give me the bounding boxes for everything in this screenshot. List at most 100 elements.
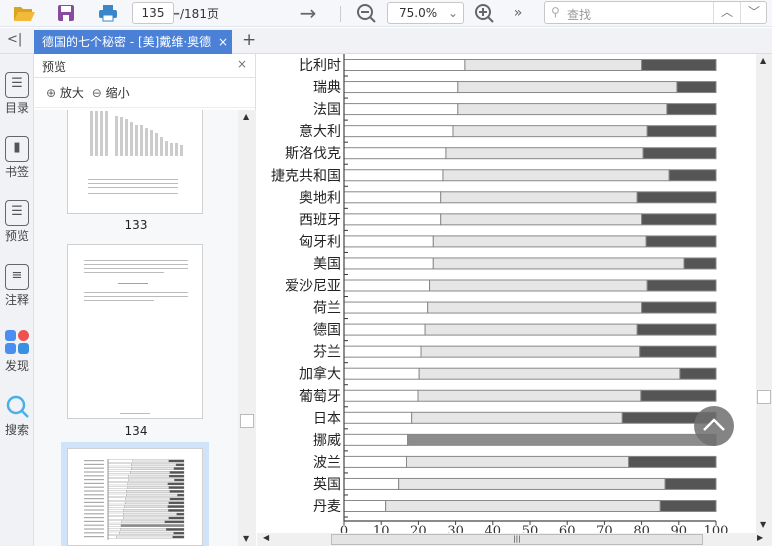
preview-icon: ☰ xyxy=(5,200,29,226)
scrollbar-thumb[interactable] xyxy=(240,414,254,428)
toolbar: ← 135 /181页 → 75.0% ⌄ » ⚲ 查找 ︿ ﹀ xyxy=(0,0,772,27)
page-number-input[interactable]: 135 xyxy=(132,2,174,24)
zoom-select[interactable]: 75.0% ⌄ xyxy=(387,2,464,24)
x-tick-label: 30 xyxy=(447,524,464,533)
zoom-out-icon[interactable] xyxy=(354,2,378,24)
bar-segment xyxy=(167,482,185,486)
thumbnail-page-133[interactable] xyxy=(67,110,203,214)
bar-segment xyxy=(124,505,169,508)
zoom-in-icon[interactable] xyxy=(472,2,496,24)
bar-segment xyxy=(442,169,670,182)
scrollbar-thumb[interactable]: ||| xyxy=(331,534,703,545)
thumbnail-label-line xyxy=(84,520,104,522)
preview-scrollbar[interactable]: ▲ ▼ xyxy=(238,110,256,546)
thumbnail-label-line xyxy=(84,475,104,477)
sidebar-item-bookmark[interactable]: ▮ 书签 xyxy=(0,136,34,180)
bar-segment xyxy=(641,59,717,71)
zoom-out-label: 缩小 xyxy=(105,86,130,100)
scrollbar-thumb[interactable] xyxy=(757,390,771,404)
preview-zoom-in-button[interactable]: ⊕ 放大 xyxy=(46,86,84,100)
sidebar: ☰ 目录 ▮ 书签 ☰ 预览 ≡ 注释 发现 搜索 xyxy=(0,54,34,546)
thumbnail-label-line xyxy=(84,501,104,503)
save-icon[interactable] xyxy=(54,2,78,24)
stacked-bar-chart: 比利时瑞典法国意大利斯洛伐克捷克共和国奥地利西班牙匈牙利美国爱沙尼亚荷兰德国芬兰… xyxy=(271,54,729,533)
tab-close-icon[interactable]: × xyxy=(214,30,232,54)
bar-segment xyxy=(343,257,434,270)
print-icon[interactable] xyxy=(96,2,120,24)
bar-segment xyxy=(167,505,185,508)
bar-segment xyxy=(385,500,661,512)
thumbnail-label-line xyxy=(84,517,104,519)
search-next-button[interactable]: ﹀ xyxy=(740,2,767,23)
bar-segment xyxy=(664,477,717,490)
bar-segment xyxy=(641,301,717,314)
new-tab-button[interactable]: + xyxy=(242,30,256,50)
bar-segment xyxy=(177,493,185,497)
thumbnail-label-line xyxy=(84,460,104,462)
x-tick-label: 100 xyxy=(704,524,729,533)
bar-segment xyxy=(132,459,169,463)
bar-segment xyxy=(119,531,174,535)
preview-title: 预览 xyxy=(42,60,67,74)
sidebar-item-label: 预览 xyxy=(4,229,29,243)
sidebar-item-annotation[interactable]: ≡ 注释 xyxy=(0,264,34,308)
thumbnail-label-line xyxy=(84,536,104,538)
horizontal-scrollbar[interactable]: ◀ ||| ▶ xyxy=(257,533,772,546)
bar-segment xyxy=(107,528,121,531)
bar-segment xyxy=(168,486,185,489)
category-label: 捷克共和国 xyxy=(271,168,341,184)
bar-segment xyxy=(405,455,630,468)
sidebar-item-preview[interactable]: ☰ 预览 xyxy=(0,200,34,244)
category-label: 西班牙 xyxy=(299,212,341,228)
next-page-button[interactable]: → xyxy=(296,1,320,25)
sidebar-item-search[interactable]: 搜索 xyxy=(0,394,34,438)
search-input[interactable]: 查找 xyxy=(567,6,591,23)
more-button[interactable]: » xyxy=(506,2,530,24)
bar-segment xyxy=(646,279,717,292)
thumbnail-page-134[interactable] xyxy=(67,244,203,419)
bar-segment xyxy=(676,81,717,94)
tab-document[interactable]: 德国的七个秘密 - [美]戴维·奥德 × xyxy=(34,30,232,54)
sidebar-item-toc[interactable]: ☰ 目录 xyxy=(0,72,34,116)
vertical-scrollbar[interactable]: ▲ ▼ xyxy=(756,54,772,533)
zoom-out-icon: ⊖ xyxy=(91,86,102,100)
zoom-value: 75.0% xyxy=(399,6,438,20)
bar-segment xyxy=(123,512,177,516)
thumbnail-label-line xyxy=(84,505,104,507)
preview-zoom-out-button[interactable]: ⊖ 缩小 xyxy=(92,86,130,100)
bar-segment xyxy=(124,501,169,505)
bar-segment xyxy=(432,235,647,248)
bar-segment xyxy=(107,531,120,535)
bar-segment xyxy=(343,367,420,380)
scroll-to-top-button[interactable] xyxy=(694,406,734,446)
thumbnail-text xyxy=(84,260,188,414)
bar-segment xyxy=(343,301,429,314)
preview-close-icon[interactable]: × xyxy=(237,57,247,71)
bar-segment xyxy=(169,471,185,474)
bar-segment xyxy=(107,497,126,501)
bar-segment xyxy=(343,59,466,71)
bar-segment xyxy=(641,213,717,226)
page-total: /181页 xyxy=(180,7,219,21)
search-prev-button[interactable]: ︿ xyxy=(713,2,740,23)
collapse-sidebar-button[interactable]: <| xyxy=(7,32,22,47)
search-box[interactable]: ⚲ 查找 ︿ ﹀ xyxy=(544,1,767,24)
folder-open-icon[interactable] xyxy=(12,2,36,24)
bar-segment xyxy=(168,516,185,520)
thumbnail-label-line xyxy=(84,513,104,515)
bar-segment xyxy=(168,474,185,478)
bar-segment xyxy=(123,509,169,512)
thumbnail-page-135[interactable] xyxy=(67,448,203,546)
bar-segment xyxy=(343,169,444,182)
bar-segment xyxy=(130,471,171,474)
category-label: 挪威 xyxy=(313,433,341,449)
category-label: 匈牙利 xyxy=(299,234,341,250)
sidebar-item-discover[interactable]: 发现 xyxy=(0,330,34,374)
bar-segment xyxy=(424,323,638,336)
bar-segment xyxy=(173,531,185,535)
thumbnail-label-line xyxy=(84,528,104,530)
annotation-icon: ≡ xyxy=(5,264,29,290)
bar-segment xyxy=(125,497,171,501)
bar-segment xyxy=(107,482,128,486)
sidebar-item-label: 搜索 xyxy=(4,423,29,437)
